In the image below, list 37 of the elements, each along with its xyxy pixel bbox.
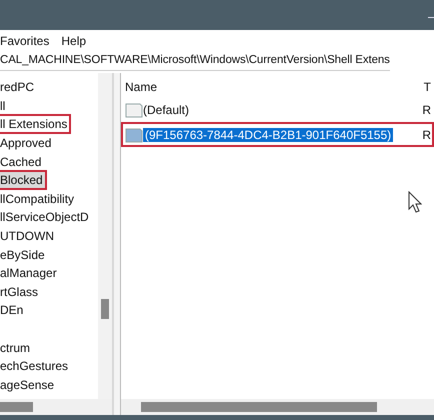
tree-item[interactable]: echGestures bbox=[0, 356, 72, 376]
vertical-scrollbar[interactable] bbox=[98, 73, 112, 399]
tree-item[interactable]: Approved bbox=[0, 133, 56, 154]
scroll-thumb[interactable] bbox=[0, 402, 33, 412]
column-header[interactable]: T bbox=[424, 80, 431, 94]
horizontal-scrollbar[interactable] bbox=[0, 399, 112, 415]
tree-item[interactable]: UTDOWN bbox=[0, 226, 58, 246]
pane-splitter[interactable] bbox=[112, 73, 121, 415]
tree-item[interactable]: DEn bbox=[0, 300, 28, 320]
string-value-icon bbox=[125, 102, 143, 118]
value-name: (Default) bbox=[143, 102, 190, 116]
tree-item[interactable]: ll Extensions bbox=[0, 114, 72, 134]
value-name: (9F156763-7844-4DC4-B2B1-901F640F5155) bbox=[143, 128, 394, 142]
tree-item[interactable]: rtGlass bbox=[0, 282, 42, 302]
address-bar[interactable]: CAL_MACHINE\SOFTWARE\Microsoft\Windows\CurrentVersion\Shell Extens bbox=[0, 51, 390, 71]
tree-item[interactable]: ctrum bbox=[0, 338, 34, 358]
tree-item[interactable]: redPC bbox=[0, 77, 38, 98]
tree-item[interactable]: llServiceObjectD bbox=[0, 207, 93, 228]
tree-item[interactable]: llCompatibility bbox=[0, 188, 78, 209]
tree-item[interactable]: alManager bbox=[0, 263, 61, 284]
tree-item[interactable]: Blocked bbox=[0, 170, 47, 190]
tree-item[interactable]: ll bbox=[0, 96, 10, 116]
mouse-cursor-icon bbox=[408, 191, 422, 213]
string-value-icon bbox=[125, 126, 143, 142]
menu-item[interactable]: Help bbox=[61, 32, 86, 50]
tree-item[interactable]: Cached bbox=[0, 152, 46, 172]
horizontal-scrollbar[interactable] bbox=[121, 399, 434, 415]
value-row[interactable]: (Default) R bbox=[121, 97, 434, 122]
scroll-thumb[interactable] bbox=[141, 402, 377, 412]
scroll-thumb[interactable] bbox=[101, 299, 109, 319]
menu-item[interactable]: Favorites bbox=[0, 32, 50, 50]
tree-item[interactable]: ageSense bbox=[0, 374, 58, 395]
value-type: R bbox=[422, 128, 432, 142]
column-header[interactable]: Name bbox=[125, 80, 158, 94]
tree-item[interactable]: eBySide bbox=[0, 244, 49, 265]
value-row[interactable]: (9F156763-7844-4DC4-B2B1-901F640F5155) R bbox=[121, 122, 434, 147]
value-type: R bbox=[422, 102, 432, 116]
